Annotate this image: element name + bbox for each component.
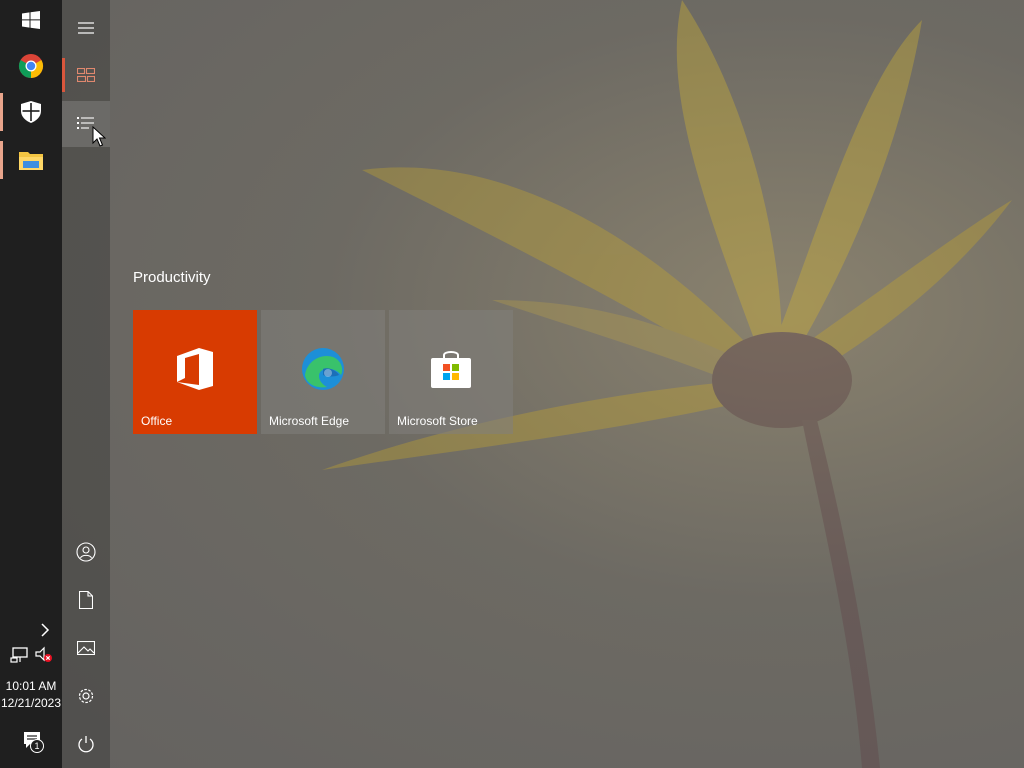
taskbar-clock[interactable]: 10:01 AM 12/21/2023 [0,678,62,712]
clock-date: 12/21/2023 [0,696,62,710]
tile-group-title[interactable]: Productivity [133,269,211,286]
tile-label: Microsoft Store [397,414,478,428]
taskbar: 10:01 AM 12/21/2023 1 [0,0,62,768]
clock-time: 10:01 AM [5,679,57,693]
volume-muted-icon [35,646,52,662]
user-icon [76,542,96,562]
pictures-icon [77,641,95,655]
gear-icon [78,688,94,704]
pictures-button[interactable] [62,625,110,671]
tile-label: Microsoft Edge [269,414,350,428]
tile-label: Office [141,414,173,428]
tile-microsoft-store[interactable]: Microsoft Store [389,310,513,434]
taskbar-app-windows-security[interactable] [0,89,62,135]
show-hidden-icons-button[interactable] [36,620,54,640]
chrome-icon [18,54,44,78]
expand-menu-button[interactable] [62,5,110,51]
start-menu-rail [62,0,110,768]
office-icon [177,348,213,390]
power-button[interactable] [62,721,110,767]
tile-microsoft-edge[interactable]: Microsoft Edge [261,310,385,434]
notification-count-badge: 1 [30,739,44,753]
store-icon [431,351,471,388]
taskbar-app-file-explorer[interactable] [0,137,62,183]
windows-logo-icon [22,11,40,29]
action-center-button[interactable]: 1 [18,728,48,758]
edge-icon [302,348,344,390]
document-icon [79,591,93,609]
taskbar-app-chrome[interactable] [0,43,62,89]
pinned-tiles-button[interactable] [62,52,110,98]
chevron-right-icon [41,623,50,637]
volume-button[interactable] [34,645,54,665]
network-button[interactable] [10,645,30,665]
shield-icon [21,101,41,123]
mouse-cursor-icon [92,126,106,147]
network-icon [10,647,28,663]
hamburger-icon [78,22,94,34]
power-icon [78,736,94,753]
tiles-icon [77,68,95,82]
folder-icon [19,152,43,170]
documents-button[interactable] [62,577,110,623]
settings-button[interactable] [62,673,110,719]
start-button[interactable] [0,0,62,40]
tile-office[interactable]: Office [133,310,257,434]
user-account-button[interactable] [62,529,110,575]
